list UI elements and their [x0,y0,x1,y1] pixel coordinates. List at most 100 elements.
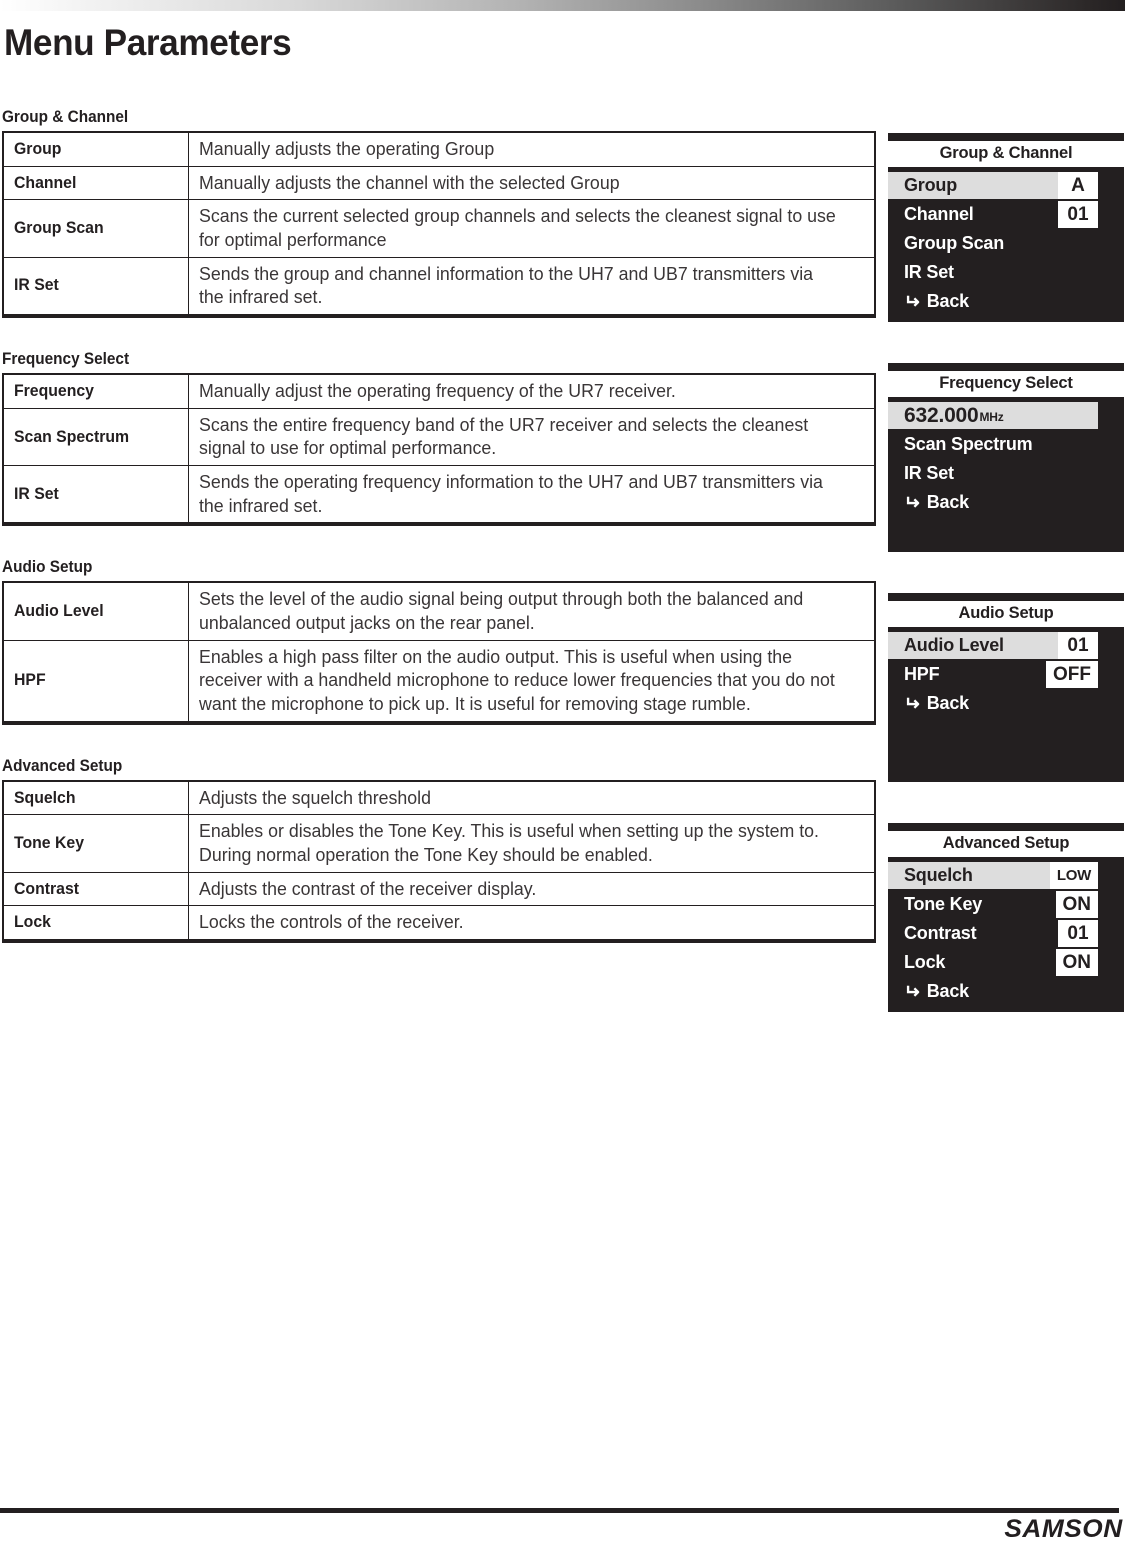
lcd-menu-item-text: Contrast [904,923,977,943]
lcd-menu-item-label: Audio Level [888,632,1058,659]
table-row: Audio Level Sets the level of the audio s… [2,581,876,641]
lcd-menu-item[interactable]: ↵ Back [888,977,1124,1006]
parameter-name-cell: Group [2,131,189,167]
lcd-menu-item-value[interactable]: LOW [1049,862,1098,889]
lcd-menu-item[interactable]: Group A [888,171,1124,200]
lcd-panel: Frequency Select 632.000 MHz Scan Spectrum I… [888,363,1124,552]
lcd-menu-item[interactable]: ↵ Back [888,287,1124,316]
lcd-menu-item[interactable]: IR Set [888,258,1124,287]
lcd-menu-item-label: ↵ Back [888,978,1124,1005]
lcd-menu-list: Audio Level 01 HPF OFF ↵ Back [888,627,1124,782]
section-heading: Frequency Select [2,350,130,369]
lcd-menu-item[interactable]: HPF OFF [888,660,1124,689]
lcd-menu-item-label: Channel [888,201,1058,228]
lcd-title: Audio Setup [888,601,1124,627]
lcd-menu-item-label: HPF [888,661,1046,688]
parameter-name: Lock [14,912,51,932]
lcd-menu-item-text: IR Set [904,262,954,282]
parameter-section: Audio Setup Audio Level Sets the level of … [0,558,880,756]
lcd-menu-item[interactable]: IR Set [888,459,1124,488]
parameter-sections: Group & Channel Group Manually adjusts the… [0,108,880,975]
lcd-menu-item[interactable]: 632.000 MHz [888,401,1124,430]
lcd-menu-item-text: Scan Spectrum [904,434,1033,454]
enter-return-arrow-icon: ↵ [904,982,920,1003]
parameter-name: Scan Spectrum [14,426,130,446]
parameter-description-cell: Adjusts the squelch threshold [188,780,876,816]
parameter-name: Contrast [14,878,80,898]
table-row: IR Set Sends the group and channel inform… [2,256,876,317]
lcd-menu-item-value[interactable]: 01 [1058,920,1098,947]
lcd-menu-item-text: HPF [904,664,940,684]
parameter-description: Scans the entire frequency band of the U… [199,413,809,459]
lcd-menu-item-label: ↵ Back [888,489,1124,516]
lcd-menu-item-label: Lock [888,949,1056,976]
parameter-name: IR Set [14,275,59,295]
parameter-name: Group [14,138,62,158]
lcd-menu-item[interactable]: Contrast 01 [888,919,1124,948]
lcd-menu-item-text: Audio Level [904,635,1004,655]
table-row: Lock Locks the controls of the receiver. [2,905,876,942]
lcd-menu-item-value[interactable]: 01 [1058,632,1098,659]
lcd-menu-item-value[interactable]: ON [1055,891,1098,918]
parameter-name-cell: Channel [2,165,189,201]
lcd-menu-item[interactable]: ↵ Back [888,689,1124,718]
parameter-description: Sets the level of the audio signal being… [199,588,804,634]
table-row: Group Manually adjusts the operating Grou… [2,131,876,167]
parameter-description-cell: Adjusts the contrast of the receiver dis… [188,871,876,907]
lcd-menu-item-label: IR Set [888,460,1124,487]
table-row: Tone Key Enables or disables the Tone Key… [2,814,876,873]
parameter-description: Locks the controls of the receiver. [199,911,464,933]
lcd-empty-row [888,747,1124,776]
lcd-menu-item-value[interactable]: A [1058,172,1098,199]
lcd-menu-item-value[interactable]: OFF [1046,661,1098,688]
parameter-name: Group Scan [14,218,104,238]
frequency-unit: MHz [979,409,1004,424]
parameter-description: Adjusts the contrast of the receiver dis… [199,877,537,899]
lcd-menu-item[interactable]: Audio Level 01 [888,631,1124,660]
parameter-description-cell: Manually adjust the operating frequency … [188,373,876,409]
lcd-menu-item-value[interactable]: ON [1055,949,1098,976]
parameter-name-cell: Tone Key [2,814,189,873]
lcd-menu-item[interactable]: Group Scan [888,229,1124,258]
parameter-name-cell: HPF [2,639,189,724]
parameter-description: Sends the group and channel information … [199,262,814,308]
parameter-description-cell: Sends the operating frequency informatio… [188,465,876,525]
parameter-description: Enables a high pass filter on the audio … [199,645,835,715]
table-row: Squelch Adjusts the squelch threshold [2,780,876,816]
lcd-top-bar [890,823,1122,831]
lcd-menu-item[interactable]: Scan Spectrum [888,430,1124,459]
parameter-description: Enables or disables the Tone Key. This i… [199,820,819,866]
lcd-menu-item[interactable]: ↵ Back [888,488,1124,517]
lcd-menu-item-label: Group Scan [888,230,1124,257]
lcd-menu-item-label: ↵ Back [888,690,1124,717]
parameter-description: Manually adjust the operating frequency … [199,380,676,402]
table-row: Channel Manually adjusts the channel with… [2,165,876,201]
lcd-menu-item[interactable]: Lock ON [888,948,1124,977]
enter-return-arrow-icon: ↵ [904,694,920,715]
parameter-description-cell: Enables a high pass filter on the audio … [188,639,876,724]
parameter-description-cell: Scans the current selected group channel… [188,199,876,258]
lcd-menu-item[interactable]: Channel 01 [888,200,1124,229]
parameter-description-cell: Manually adjusts the channel with the se… [188,165,876,201]
lcd-menu-item-text: Back [926,291,969,311]
parameter-section: Frequency Select Frequency Manually adjust… [0,350,880,558]
lcd-menu-item-label: IR Set [888,259,1124,286]
lcd-menu-item[interactable]: Tone Key ON [888,890,1124,919]
parameter-description: Sends the operating frequency informatio… [199,471,823,516]
lcd-menu-item-label: Group [888,172,1058,199]
parameter-name-cell: Squelch [2,780,189,816]
parameter-table: Frequency Manually adjust the operating f… [2,373,876,527]
parameter-description: Manually adjusts the channel with the se… [199,171,620,193]
enter-return-arrow-icon: ↵ [904,292,920,313]
parameter-description: Adjusts the squelch threshold [199,786,432,808]
lcd-panel: Group & Channel Group A Channel 01 Group Scan… [888,133,1124,322]
lcd-menu-item-label: ↵ Back [888,288,1124,315]
lcd-menu-item-text: Back [926,981,969,1001]
lcd-panel: Audio Setup Audio Level 01 HPF OFF ↵ Back [888,593,1124,782]
lcd-menu-item[interactable]: Squelch LOW [888,861,1124,890]
parameter-name-cell: IR Set [2,256,189,317]
lcd-menu-item-value[interactable]: 01 [1058,201,1098,228]
